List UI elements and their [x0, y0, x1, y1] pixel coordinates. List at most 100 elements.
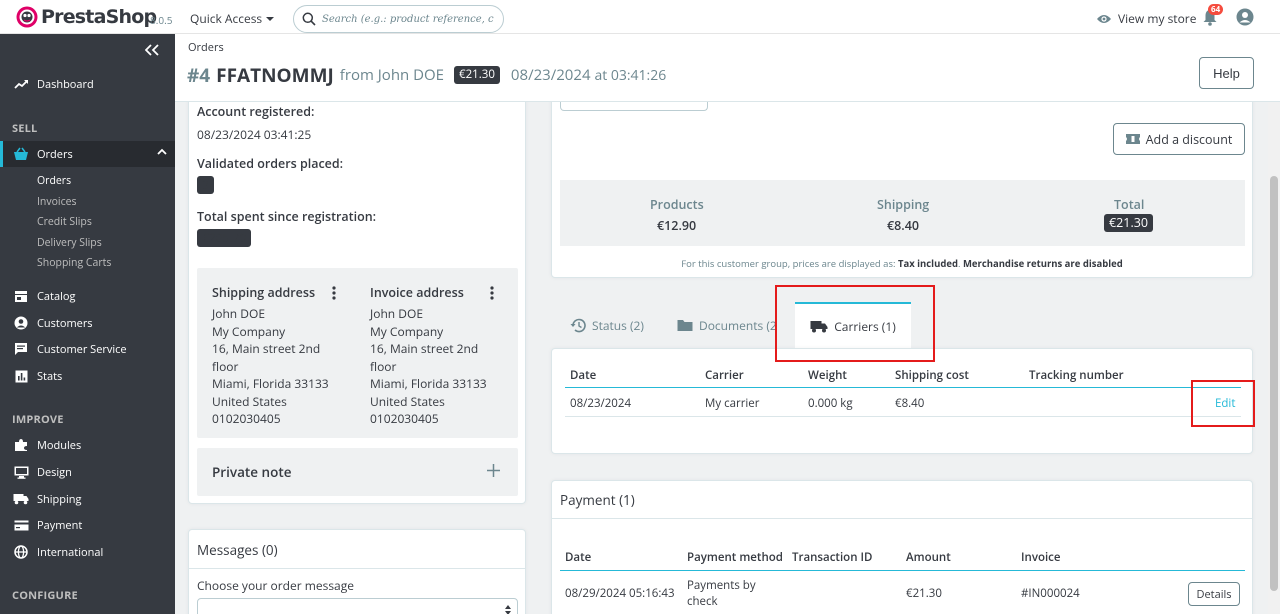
total-spent-badge: €205.70: [197, 229, 252, 247]
sidebar-subitem-orders[interactable]: Orders: [37, 174, 71, 188]
version-label: 8.0.5: [150, 13, 173, 27]
ticket-icon: [1125, 134, 1140, 144]
sidebar-item-label: Stats: [37, 368, 63, 384]
page-title: #4 FFATNOMMJ from John DOE €21.30 08/23/…: [187, 62, 666, 88]
edit-carrier-link[interactable]: Edit: [1215, 396, 1235, 411]
payment-col-invoice: Invoice: [1021, 550, 1061, 565]
scrollbar-thumb[interactable]: [1270, 176, 1278, 591]
search-input[interactable]: [322, 13, 494, 25]
shipping-address: Shipping address John DOE My Company 16,…: [212, 284, 329, 427]
sidebar-item-label: Customer Service: [37, 341, 127, 357]
invoice-address-menu-icon[interactable]: [490, 286, 494, 300]
price-display-note: For this customer group, prices are disp…: [681, 257, 1123, 270]
table-row-line: [565, 416, 1241, 417]
validated-orders-label: Validated orders placed:: [197, 155, 344, 172]
collapse-sidebar-icon[interactable]: [145, 44, 159, 56]
sidebar-subitem-shopping-carts[interactable]: Shopping Carts: [37, 256, 111, 270]
products-label: Products: [650, 196, 704, 213]
order-total-badge: €21.30: [454, 66, 500, 84]
validated-orders-badge: 3: [197, 176, 214, 194]
desktop-icon: [14, 466, 28, 479]
help-button[interactable]: Help: [1199, 57, 1254, 89]
carriers-col-carrier: Carrier: [705, 368, 744, 383]
sidebar-item-dashboard[interactable]: Dashboard: [0, 71, 175, 97]
search-box: [293, 5, 504, 33]
shipping-address-menu-icon[interactable]: [332, 286, 336, 300]
tab-status[interactable]: Status (2): [570, 317, 644, 334]
sidebar-subitem-credit-slips[interactable]: Credit Slips: [37, 215, 92, 229]
tab-documents[interactable]: Documents (2: [677, 317, 777, 334]
sidebar-subitem-delivery-slips[interactable]: Delivery Slips: [37, 236, 102, 250]
view-my-store-link[interactable]: View my store: [1096, 10, 1196, 27]
page-header: Orders #4 FFATNOMMJ from John DOE €21.30…: [175, 34, 1280, 102]
search-icon[interactable]: [302, 12, 316, 26]
divider: [552, 518, 1252, 519]
shipping-value: €8.40: [887, 217, 920, 234]
sidebar-item-label: International: [37, 544, 104, 560]
logo-text: PrestaShop: [41, 6, 157, 28]
payment-details-button[interactable]: Details: [1188, 582, 1240, 606]
addresses-box: Shipping address John DOE My Company 16,…: [197, 268, 518, 438]
sidebar-item-design[interactable]: Design: [0, 459, 175, 485]
table-header-line: [565, 387, 1241, 388]
carriers-col-date: Date: [570, 368, 597, 383]
folder-icon: [677, 320, 693, 331]
payment-title: Payment (1): [560, 491, 635, 509]
eye-icon: [1097, 14, 1111, 23]
prestashop-logo[interactable]: PrestaShop: [16, 6, 157, 28]
sidebar-item-catalog[interactable]: Catalog: [0, 283, 175, 309]
shopping-basket-icon: [14, 147, 28, 160]
notification-count-badge: 64: [1208, 4, 1224, 15]
tab-carriers[interactable]: Carriers (1): [795, 302, 911, 349]
history-icon: [570, 318, 586, 333]
sidebar-subitem-invoices[interactable]: Invoices: [37, 195, 77, 209]
add-discount-button[interactable]: Add a discount: [1113, 123, 1245, 155]
sidebar-item-label: Design: [37, 464, 72, 480]
carriers-col-weight: Weight: [808, 368, 847, 383]
page-scrollbar[interactable]: [1268, 34, 1280, 614]
order-date: 08/23/2024 at 03:41:26: [510, 65, 667, 85]
prestashop-logo-icon: [16, 6, 38, 28]
section-configure: CONFIGURE: [12, 588, 78, 603]
account-circle-icon: [14, 316, 28, 330]
sidebar-item-label: Orders: [37, 146, 73, 162]
order-number: #4: [187, 62, 211, 88]
sidebar-item-international[interactable]: International: [0, 539, 175, 565]
globe-icon: [14, 545, 28, 559]
carriers-card: Date Carrier Weight Shipping cost Tracki…: [551, 348, 1253, 454]
quick-access-label: Quick Access: [190, 10, 263, 27]
total-spent-label: Total spent since registration:: [197, 208, 377, 225]
sidebar-item-customers[interactable]: Customers: [0, 310, 175, 336]
order-message-select[interactable]: [197, 598, 518, 614]
sidebar-item-orders[interactable]: Orders: [0, 141, 175, 167]
choose-message-label: Choose your order message: [197, 577, 354, 594]
carriers-col-shipping-cost: Shipping cost: [895, 368, 969, 383]
quick-access-dropdown[interactable]: Quick Access: [190, 10, 275, 27]
sidebar-item-shipping[interactable]: Shipping: [0, 486, 175, 512]
order-customer: from John DOE: [339, 65, 445, 85]
breadcrumb[interactable]: Orders: [188, 40, 224, 55]
bar-chart-icon: [15, 370, 27, 382]
private-note-box[interactable]: Private note: [197, 448, 518, 496]
carriers-col-tracking: Tracking number: [1029, 368, 1124, 383]
payment-col-amount: Amount: [906, 550, 951, 565]
sidebar-item-label: Shipping: [37, 491, 82, 507]
table-header-line: [560, 570, 1245, 571]
payment-col-transaction: Transaction ID: [792, 550, 873, 565]
sidebar-item-modules[interactable]: Modules: [0, 432, 175, 458]
shipping-address-title: Shipping address: [212, 284, 316, 301]
sidebar-item-customer-service[interactable]: Customer Service: [0, 336, 175, 362]
chat-icon: [15, 343, 27, 355]
user-avatar-icon[interactable]: [1236, 8, 1254, 26]
sidebar: Dashboard SELL Orders Orders Invoices Cr…: [0, 34, 175, 614]
account-registered-label: Account registered:: [197, 103, 315, 120]
truck-icon: [810, 321, 828, 333]
select-arrows-icon: [505, 605, 511, 614]
plus-icon[interactable]: [487, 464, 500, 477]
payment-card: Payment (1) Date Payment method Transact…: [551, 480, 1253, 614]
sidebar-item-stats[interactable]: Stats: [0, 363, 175, 389]
store-icon: [15, 290, 27, 302]
sidebar-item-payment[interactable]: Payment: [0, 512, 175, 538]
top-bar: PrestaShop 8.0.5 Quick Access View my st…: [0, 0, 1280, 34]
sidebar-item-label: Catalog: [37, 288, 76, 304]
